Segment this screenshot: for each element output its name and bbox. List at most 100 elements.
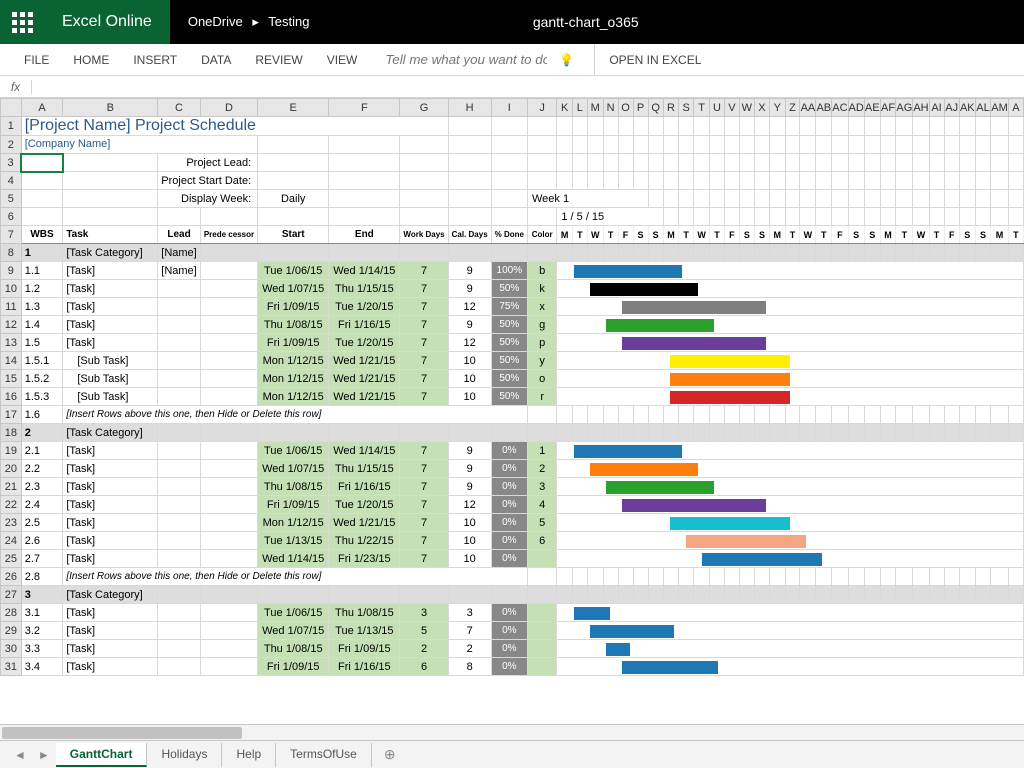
workdays-cell[interactable]: 7	[400, 460, 448, 478]
cell[interactable]	[848, 172, 864, 190]
cell[interactable]	[848, 208, 864, 226]
cell[interactable]	[754, 190, 769, 208]
col-header[interactable]: Z	[785, 99, 800, 117]
col-header[interactable]: D	[200, 99, 257, 117]
cell[interactable]	[724, 172, 739, 190]
cell[interactable]	[158, 208, 201, 226]
row-header[interactable]: 10	[1, 280, 22, 298]
lead-cell[interactable]	[158, 640, 201, 658]
row-header[interactable]: 28	[1, 604, 22, 622]
wbs-cell[interactable]: 2.3	[21, 478, 63, 496]
pred-cell[interactable]	[200, 352, 257, 370]
color-cell[interactable]	[528, 622, 557, 640]
cell[interactable]	[724, 424, 739, 442]
pred-cell[interactable]	[200, 442, 257, 460]
color-cell[interactable]	[528, 604, 557, 622]
cell[interactable]	[648, 117, 663, 136]
cell[interactable]	[800, 244, 816, 262]
cell[interactable]	[200, 208, 257, 226]
cell[interactable]	[848, 424, 864, 442]
cell[interactable]	[816, 172, 832, 190]
cell[interactable]	[896, 154, 913, 172]
cell[interactable]	[587, 568, 603, 586]
caldays-cell[interactable]: 9	[448, 280, 491, 298]
cell[interactable]	[991, 424, 1009, 442]
cell[interactable]	[258, 586, 329, 604]
cell[interactable]	[929, 190, 944, 208]
cell[interactable]	[880, 586, 896, 604]
hdr-pct[interactable]: % Done	[491, 226, 527, 244]
day-header[interactable]: S	[848, 226, 864, 244]
cell[interactable]	[770, 154, 786, 172]
cell[interactable]	[832, 244, 848, 262]
col-header[interactable]: A	[1008, 99, 1023, 117]
cell[interactable]	[785, 244, 800, 262]
hdr-wbs[interactable]: WBS	[21, 226, 63, 244]
workdays-cell[interactable]: 7	[400, 352, 448, 370]
task-cell[interactable]: [Task]	[63, 496, 158, 514]
workdays-cell[interactable]: 7	[400, 478, 448, 496]
sheet-tab[interactable]: GanttChart	[56, 743, 148, 767]
col-header[interactable]: I	[491, 99, 527, 117]
cell[interactable]	[200, 586, 257, 604]
menu-review[interactable]: REVIEW	[243, 44, 314, 76]
cell[interactable]	[663, 172, 679, 190]
cell[interactable]	[1008, 172, 1023, 190]
cell[interactable]	[1008, 208, 1023, 226]
col-header[interactable]: A	[21, 99, 63, 117]
cell[interactable]	[800, 406, 816, 424]
cell[interactable]	[832, 424, 848, 442]
cell[interactable]	[880, 136, 896, 154]
workdays-cell[interactable]: 7	[400, 334, 448, 352]
end-cell[interactable]: Fri 1/09/15	[329, 640, 400, 658]
cell[interactable]	[557, 586, 573, 604]
cell[interactable]	[832, 154, 848, 172]
cell[interactable]	[528, 172, 557, 190]
cell[interactable]	[329, 190, 400, 208]
cell[interactable]	[896, 208, 913, 226]
start-cell[interactable]: Tue 1/06/15	[258, 262, 329, 280]
end-cell[interactable]: Tue 1/20/15	[329, 334, 400, 352]
col-header[interactable]: L	[572, 99, 587, 117]
cell[interactable]	[491, 154, 527, 172]
cell[interactable]	[448, 208, 491, 226]
cell[interactable]	[754, 154, 769, 172]
cell[interactable]	[832, 406, 848, 424]
cell[interactable]	[633, 568, 648, 586]
lead-cell[interactable]: [Name]	[158, 244, 201, 262]
week-header[interactable]: Week 1	[528, 190, 649, 208]
cell[interactable]	[200, 244, 257, 262]
task-cell[interactable]: [Task]	[63, 550, 158, 568]
breadcrumb[interactable]: OneDrive ▸ Testing	[170, 14, 328, 30]
pred-cell[interactable]	[200, 658, 257, 676]
day-header[interactable]: S	[739, 226, 754, 244]
pct-cell[interactable]: 50%	[491, 370, 527, 388]
cell[interactable]	[491, 586, 527, 604]
start-cell[interactable]: Tue 1/06/15	[258, 604, 329, 622]
cell[interactable]	[929, 136, 944, 154]
start-cell[interactable]: Tue 1/13/15	[258, 532, 329, 550]
cell[interactable]	[754, 172, 769, 190]
tell-me-input[interactable]	[381, 48, 551, 71]
cell[interactable]	[739, 172, 754, 190]
cell[interactable]	[618, 244, 633, 262]
workdays-cell[interactable]: 7	[400, 496, 448, 514]
day-header[interactable]: F	[944, 226, 959, 244]
col-header[interactable]: AB	[816, 99, 832, 117]
pred-cell[interactable]	[200, 514, 257, 532]
cell[interactable]	[1008, 586, 1023, 604]
tab-prev-icon[interactable]: ◄	[8, 748, 32, 762]
col-header[interactable]: R	[663, 99, 679, 117]
lead-cell[interactable]	[158, 316, 201, 334]
cell[interactable]	[975, 208, 991, 226]
cell[interactable]	[1008, 190, 1023, 208]
cell[interactable]	[1008, 244, 1023, 262]
end-cell[interactable]: Thu 1/08/15	[329, 604, 400, 622]
cell[interactable]	[880, 154, 896, 172]
cell[interactable]	[557, 568, 573, 586]
cell[interactable]	[785, 136, 800, 154]
cell[interactable]	[913, 568, 929, 586]
cell[interactable]	[491, 208, 527, 226]
cell[interactable]	[679, 424, 694, 442]
cell[interactable]	[663, 424, 679, 442]
